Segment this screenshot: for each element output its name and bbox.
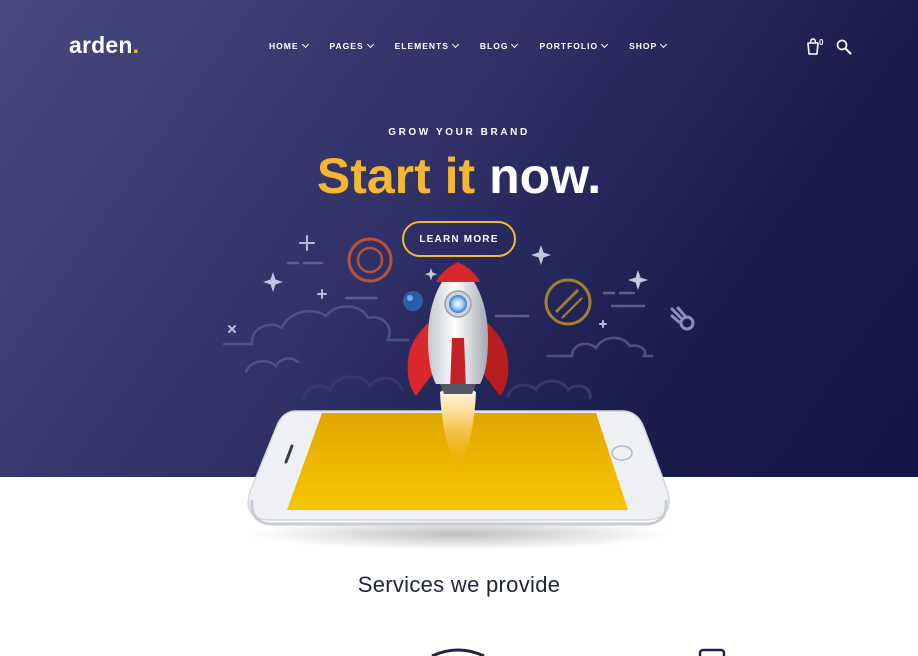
- comet-icon: [670, 306, 695, 331]
- chevron-down-icon: [511, 40, 519, 49]
- hero-headline: Start it now.: [0, 146, 918, 206]
- hero-kicker: GROW YOUR BRAND: [388, 127, 530, 138]
- chevron-down-icon: [451, 40, 459, 49]
- nav-item-elements[interactable]: ELEMENTS: [395, 40, 459, 51]
- services-title: Services we provide: [357, 572, 561, 597]
- cart-count-badge: 0: [819, 38, 824, 47]
- phone-shadow: [249, 518, 669, 550]
- nav-item-shop[interactable]: SHOP: [629, 40, 668, 51]
- nav-item-home[interactable]: HOME: [269, 40, 309, 51]
- learn-more-button[interactable]: LEARN MORE: [402, 221, 516, 257]
- nav-item-pages[interactable]: PAGES: [330, 40, 374, 51]
- headline-highlight: Start it: [316, 148, 476, 204]
- main-nav: HOME PAGES ELEMENTS BLOG PORTFOLIO SHOP: [269, 40, 688, 51]
- chevron-down-icon: [301, 40, 309, 49]
- chevron-down-icon: [601, 40, 609, 49]
- search-icon[interactable]: [836, 39, 852, 55]
- nav-item-blog[interactable]: BLOG: [480, 40, 519, 51]
- nav-item-portfolio[interactable]: PORTFOLIO: [539, 40, 609, 51]
- chevron-down-icon: [366, 40, 374, 49]
- line-clouds: [222, 305, 654, 374]
- headline-rest: now.: [475, 148, 602, 204]
- chevron-down-icon: [660, 40, 668, 49]
- cart-icon[interactable]: [806, 38, 828, 56]
- front-clouds: [302, 375, 592, 402]
- service-icons-peek: [431, 648, 726, 656]
- brand-logo[interactable]: arden.: [69, 32, 139, 59]
